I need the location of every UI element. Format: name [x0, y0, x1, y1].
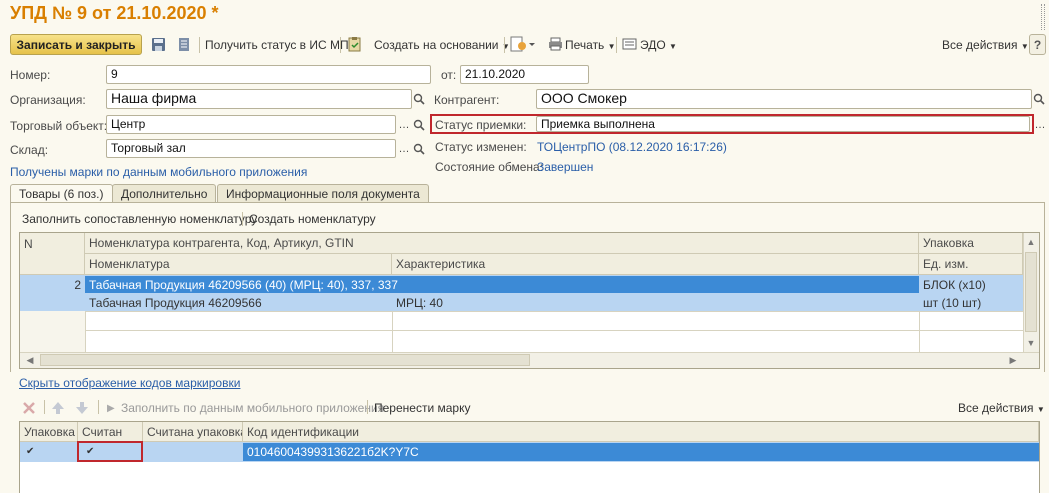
header-nomenclature[interactable]: Номенклатура	[85, 254, 392, 275]
row-counterparty-nomenclature[interactable]: Табачная Продукция 46209566 (40) (МРЦ: 4…	[85, 276, 919, 295]
counterparty-field[interactable]: ООО Смокер	[536, 89, 1032, 109]
row-number: 2	[74, 278, 81, 292]
save-icon[interactable]	[151, 37, 166, 52]
search-icon[interactable]	[1031, 90, 1047, 107]
document-settings-icon[interactable]	[510, 36, 536, 52]
more-icon[interactable]: …	[396, 116, 412, 133]
row-packaging[interactable]: БЛОК (x10)	[919, 276, 1023, 295]
header-counterparty-nomenclature[interactable]: Номенклатура контрагента, Код, Артикул, …	[85, 233, 919, 254]
print-label: Печать	[565, 38, 605, 52]
print-button[interactable]: Печать ▼	[565, 38, 616, 52]
hide-marking-codes-link[interactable]: Скрыть отображение кодов маркировки	[19, 376, 240, 390]
header-unit[interactable]: Ед. изм.	[919, 254, 1023, 275]
header-packaging[interactable]: Упаковка	[919, 233, 1023, 254]
status-changed-link[interactable]: ТОЦентрПО (08.12.2020 16:17:26)	[537, 140, 727, 154]
scanned-packaging-cell[interactable]	[143, 443, 243, 449]
identification-code-cell[interactable]: 010460043993136221б2K?Y7C	[243, 443, 1039, 462]
search-icon[interactable]	[411, 140, 427, 157]
window-title: УПД № 9 от 21.10.2020 *	[10, 3, 219, 23]
create-based-on-label: Создать на основании	[374, 38, 499, 52]
header-n[interactable]: N	[20, 233, 85, 275]
move-down-icon[interactable]	[75, 401, 89, 415]
tab-info-fields[interactable]: Информационные поля документа	[217, 184, 429, 202]
edo-label: ЭДО	[640, 38, 666, 52]
all-actions-button[interactable]: Все действия ▼	[942, 38, 1029, 52]
acceptance-status-field[interactable]: Приемка выполнена	[536, 116, 1030, 132]
organization-field[interactable]: Наша фирма	[106, 89, 412, 109]
play-icon: ▶	[107, 403, 115, 414]
chevron-down-icon: ▼	[669, 42, 677, 51]
fill-matched-nomenclature-button[interactable]: Заполнить сопоставленную номенклатуру	[22, 212, 257, 226]
chevron-down-icon: ▼	[1020, 42, 1029, 51]
trade-object-label: Торговый объект:	[10, 119, 108, 133]
window-resize-handle[interactable]	[1041, 4, 1045, 30]
all-actions-label: Все действия	[942, 38, 1018, 52]
warehouse-field[interactable]: Торговый зал	[106, 139, 396, 158]
scanned-check-icon[interactable]: ✔	[80, 443, 140, 460]
date-label: от:	[441, 68, 457, 82]
fill-by-mobile-button[interactable]: Заполнить по данным мобильного приложени…	[121, 401, 384, 415]
save-and-close-button[interactable]: Записать и закрыть	[10, 34, 142, 55]
date-field[interactable]: 21.10.2020	[460, 65, 589, 84]
header-scanned-packaging[interactable]: Считана упаковка	[143, 422, 243, 442]
horizontal-scroll-thumb[interactable]	[40, 354, 530, 366]
header-characteristic[interactable]: Характеристика	[392, 254, 919, 275]
scroll-down-icon[interactable]: ▼	[1023, 335, 1039, 351]
exchange-state-label: Состояние обмена:	[435, 160, 544, 174]
marks-all-actions-label: Все действия	[958, 401, 1034, 415]
printer-icon	[548, 37, 563, 51]
header-scanned[interactable]: Считан	[78, 422, 143, 442]
marks-all-actions-button[interactable]: Все действия ▼	[958, 401, 1045, 415]
number-label: Номер:	[10, 68, 51, 82]
trade-object-field[interactable]: Центр	[106, 115, 396, 134]
help-button[interactable]: ?	[1029, 34, 1046, 55]
warehouse-label: Склад:	[10, 143, 49, 157]
mobile-marks-link[interactable]: Получены марки по данным мобильного прил…	[10, 165, 307, 179]
create-nomenclature-button[interactable]: Создать номенклатуру	[249, 212, 376, 226]
search-icon[interactable]	[411, 116, 427, 133]
tab-additional[interactable]: Дополнительно	[112, 184, 217, 202]
clipboard-icon[interactable]	[347, 36, 363, 52]
move-up-icon[interactable]	[51, 401, 65, 415]
scroll-left-icon[interactable]: ◀	[22, 352, 38, 368]
tab-goods[interactable]: Товары (6 поз.)	[10, 184, 113, 203]
chevron-down-icon: ▼	[607, 42, 616, 51]
search-icon[interactable]	[411, 90, 427, 107]
packaging-check-icon[interactable]: ✔	[20, 443, 78, 460]
more-icon[interactable]: …	[396, 140, 412, 157]
acceptance-status-label: Статус приемки:	[435, 118, 527, 132]
edo-button[interactable]: ЭДО ▼	[640, 38, 677, 52]
scroll-right-icon[interactable]: ▶	[1005, 352, 1021, 368]
number-field[interactable]: 9	[106, 65, 431, 84]
delete-icon[interactable]	[22, 401, 36, 415]
organization-label: Организация:	[10, 93, 86, 107]
scroll-up-icon[interactable]: ▲	[1023, 234, 1039, 250]
create-based-on-button[interactable]: Создать на основании ▼	[374, 38, 510, 52]
exchange-state-link[interactable]: Завершен	[537, 160, 593, 174]
header-identification-code[interactable]: Код идентификации	[243, 422, 1039, 442]
edo-icon	[622, 37, 637, 51]
chevron-down-icon: ▼	[1036, 405, 1045, 414]
get-status-button[interactable]: Получить статус в ИС МП	[205, 38, 349, 52]
scroll-thumb[interactable]	[1025, 252, 1037, 332]
status-changed-label: Статус изменен:	[435, 140, 527, 154]
counterparty-label: Контрагент:	[434, 93, 500, 107]
header-mark-packaging[interactable]: Упаковка	[20, 422, 78, 442]
list-icon[interactable]	[177, 37, 191, 52]
more-icon[interactable]: …	[1032, 116, 1048, 133]
transfer-mark-button[interactable]: Перенести марку	[374, 401, 470, 415]
